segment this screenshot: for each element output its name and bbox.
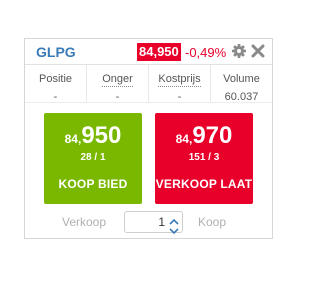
ask-price-prefix: 84, (175, 132, 193, 146)
bid-volume: 28 / 1 (80, 152, 106, 163)
sell-ask-label: VERKOOP LAAT (155, 177, 253, 191)
ask-price-main: 970 (192, 122, 233, 149)
stat-label[interactable]: Kostprijs (158, 73, 201, 87)
buy-bid-button[interactable]: 84,950 28 / 1 KOOP BIED (44, 113, 142, 204)
stat-positie: Positie - (25, 65, 87, 103)
quantity-stepper[interactable] (124, 211, 183, 235)
trade-buttons: 84,950 28 / 1 KOOP BIED 84,970 151 / 3 V… (25, 103, 272, 204)
sell-qty-label: Verkoop (62, 215, 107, 229)
widget-header: GLPG 84,950 -0,49% (25, 39, 272, 65)
stat-value: - (177, 91, 182, 103)
stat-label: Positie (38, 73, 73, 85)
instrument-symbol[interactable]: GLPG (36, 44, 76, 60)
quantity-row: Verkoop Koop (25, 209, 272, 235)
stat-kostprijs[interactable]: Kostprijs - (149, 65, 211, 103)
position-stats: Positie - Onger - Kostprijs - Volume 60.… (25, 65, 272, 103)
close-icon[interactable] (249, 42, 267, 60)
bid-price-prefix: 84, (64, 132, 82, 146)
ask-price: 84,970 (155, 122, 253, 150)
last-price: 84,950 (137, 43, 181, 61)
quantity-input[interactable] (125, 212, 165, 232)
chevron-up-icon[interactable] (168, 213, 180, 225)
stat-onger[interactable]: Onger - (87, 65, 149, 103)
price-change: -0,49% (185, 45, 227, 60)
buy-bid-label: KOOP BIED (58, 177, 128, 191)
chevron-down-icon[interactable] (168, 223, 180, 235)
trade-widget: GLPG 84,950 -0,49% Positie - Onger - Kos… (24, 38, 273, 239)
stat-label: Volume (223, 73, 260, 85)
gear-icon[interactable] (230, 42, 248, 60)
ask-volume: 151 / 3 (188, 152, 220, 163)
stat-value: - (53, 91, 58, 103)
sell-ask-button[interactable]: 84,970 151 / 3 VERKOOP LAAT (155, 113, 253, 204)
stat-label[interactable]: Onger (102, 73, 133, 87)
bid-price-main: 950 (81, 122, 122, 149)
bid-price: 84,950 (44, 122, 142, 150)
stat-value: - (115, 91, 120, 103)
stat-volume: Volume 60.037 (211, 65, 272, 103)
buy-qty-label: Koop (198, 215, 227, 229)
stat-value: 60.037 (224, 91, 259, 103)
